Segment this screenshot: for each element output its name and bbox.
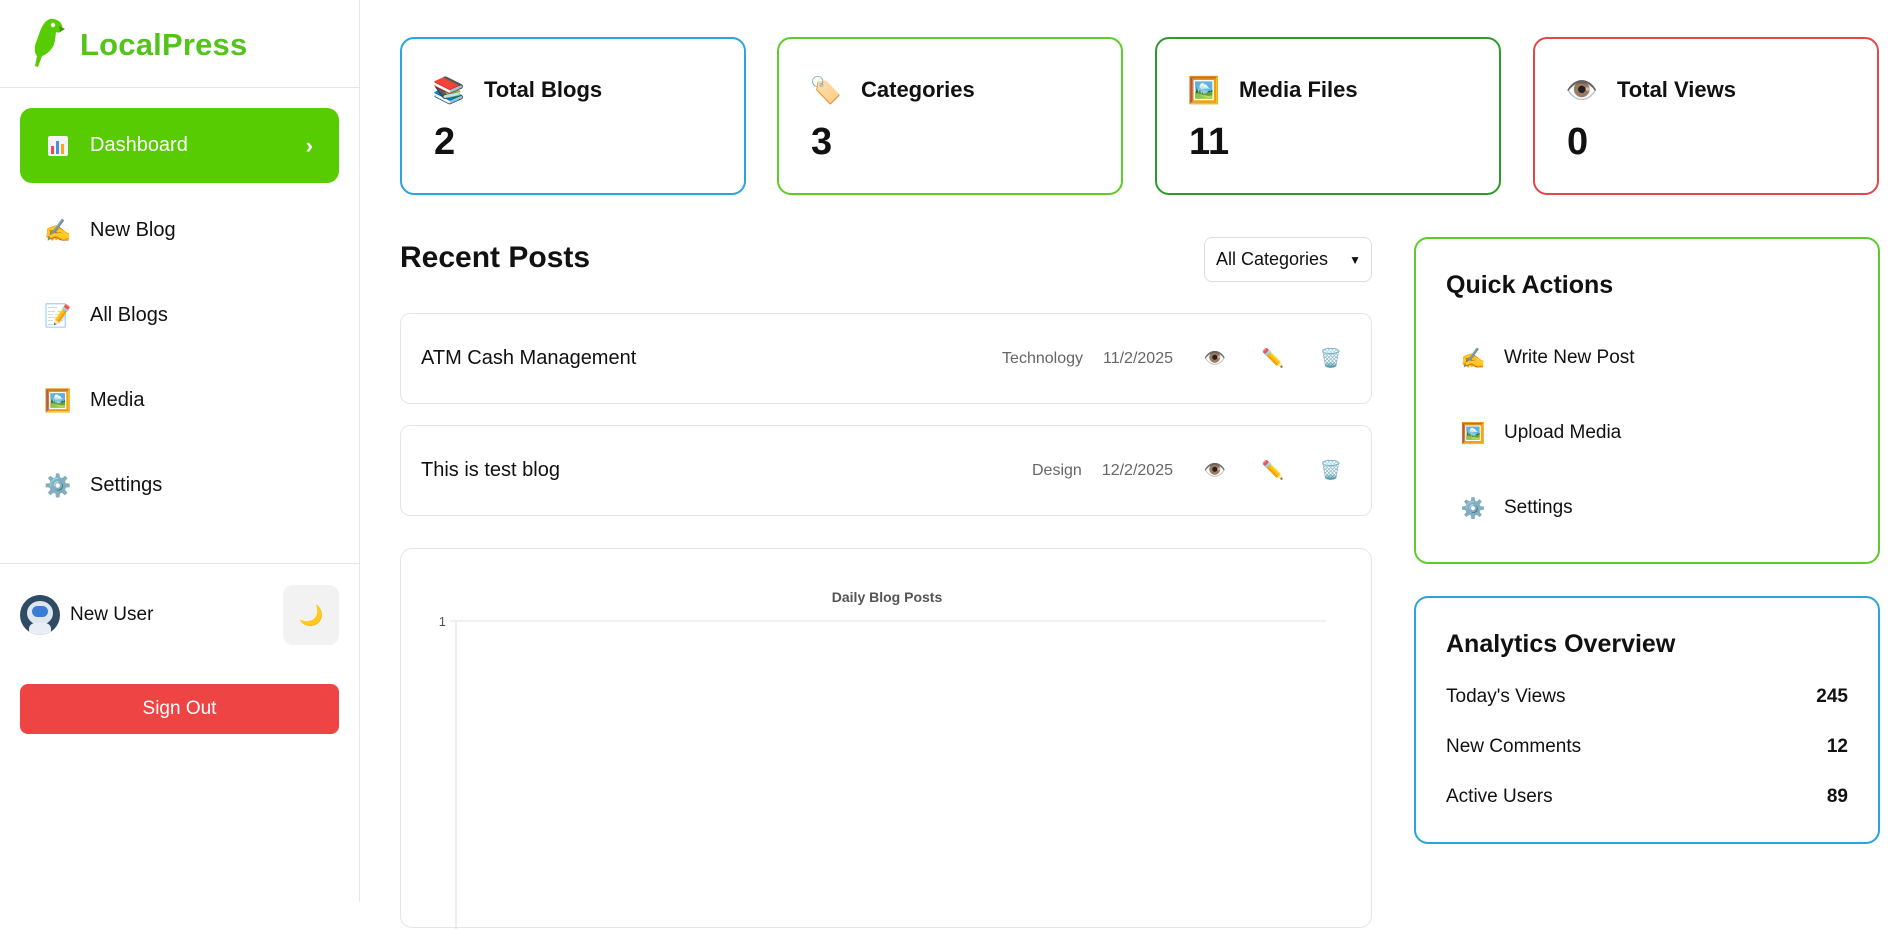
- user-name: New User: [70, 604, 154, 625]
- sidebar-item-label: Dashboard: [90, 134, 188, 156]
- delete-button[interactable]: 🗑️: [1313, 453, 1349, 489]
- post-category: Design: [1032, 461, 1082, 479]
- view-button[interactable]: 👁️: [1197, 341, 1233, 377]
- post-title: ATM Cash Management: [421, 347, 637, 369]
- sidebar-item-label: Settings: [90, 474, 163, 496]
- write-new-post-button[interactable]: ✍️ Write New Post: [1460, 345, 1635, 371]
- analytics-label: New Comments: [1446, 736, 1582, 757]
- pencil-icon: ✏️: [1261, 348, 1285, 368]
- tag-icon: 🏷️: [809, 74, 843, 105]
- analytics-title: Analytics Overview: [1446, 630, 1676, 658]
- category-filter-select[interactable]: All Categories ▼: [1204, 237, 1372, 282]
- gear-icon: ⚙️: [44, 472, 72, 498]
- sidebar-item-all-blogs[interactable]: 📝 All Blogs: [20, 278, 339, 353]
- quick-action-label: Upload Media: [1504, 422, 1622, 443]
- sidebar-divider: [0, 563, 359, 564]
- picture-icon: 🖼️: [1460, 422, 1486, 445]
- upload-media-button[interactable]: 🖼️ Upload Media: [1460, 420, 1622, 446]
- daily-blog-posts-chart: Daily Blog Posts 1: [400, 548, 1372, 929]
- delete-button[interactable]: 🗑️: [1313, 341, 1349, 377]
- sidebar-item-label: New Blog: [90, 219, 176, 241]
- post-category: Technology: [1002, 349, 1083, 367]
- recent-posts-title: Recent Posts: [400, 241, 591, 274]
- picture-icon: 🖼️: [44, 387, 72, 413]
- stat-card-total-blogs: 📚 Total Blogs 2: [400, 37, 746, 195]
- books-icon: 📚: [432, 74, 466, 105]
- trash-icon: 🗑️: [1319, 460, 1343, 480]
- post-row[interactable]: ATM Cash Management Technology 11/2/2025…: [400, 313, 1372, 404]
- stat-value: 11: [1189, 121, 1230, 163]
- writing-hand-icon: ✍️: [1460, 347, 1486, 370]
- eye-icon: 👁️: [1203, 348, 1227, 368]
- stat-card-categories: 🏷️ Categories 3: [777, 37, 1123, 195]
- sidebar-item-label: Media: [90, 389, 145, 411]
- trash-icon: 🗑️: [1319, 348, 1343, 368]
- stat-card-total-views: 👁️ Total Views 0: [1533, 37, 1879, 195]
- sign-out-button[interactable]: Sign Out: [20, 684, 339, 734]
- brand[interactable]: LocalPress: [28, 16, 247, 73]
- analytics-value: 245: [1816, 686, 1848, 707]
- settings-button[interactable]: ⚙️ Settings: [1460, 495, 1573, 521]
- analytics-value: 89: [1826, 786, 1848, 807]
- analytics-overview-card: Analytics Overview Today's Views 245 New…: [1414, 596, 1880, 844]
- sidebar-nav: Dashboard › ✍️ New Blog 📝 All Blogs 🖼️ M…: [20, 108, 339, 533]
- brand-name: LocalPress: [80, 26, 248, 62]
- analytics-row: Today's Views 245: [1446, 686, 1848, 708]
- sidebar: LocalPress Dashboard › ✍️ New Blog 📝 All…: [0, 0, 360, 902]
- quick-action-label: Write New Post: [1504, 347, 1635, 368]
- writing-hand-icon: ✍️: [44, 217, 72, 243]
- quick-actions-card: Quick Actions ✍️ Write New Post 🖼️ Uploa…: [1414, 237, 1880, 564]
- stat-value: 0: [1567, 121, 1589, 163]
- edit-button[interactable]: ✏️: [1255, 453, 1291, 489]
- stat-label: Categories: [861, 77, 975, 102]
- sidebar-item-new-blog[interactable]: ✍️ New Blog: [20, 193, 339, 268]
- sidebar-item-media[interactable]: 🖼️ Media: [20, 363, 339, 438]
- post-date: 12/2/2025: [1101, 461, 1173, 479]
- sidebar-item-dashboard[interactable]: Dashboard ›: [20, 108, 339, 183]
- sidebar-divider: [0, 87, 359, 88]
- post-date: 11/2/2025: [1103, 349, 1173, 367]
- gear-icon: ⚙️: [1460, 497, 1486, 520]
- edit-button[interactable]: ✏️: [1255, 341, 1291, 377]
- analytics-label: Today's Views: [1446, 686, 1566, 707]
- moon-icon: 🌙: [298, 604, 324, 627]
- document-icon: 📝: [44, 302, 72, 328]
- analytics-row: Active Users 89: [1446, 786, 1848, 808]
- stat-value: 2: [434, 121, 456, 163]
- post-title: This is test blog: [421, 459, 560, 481]
- y-tick-label: 1: [439, 614, 446, 629]
- user-profile: New User 🌙: [20, 584, 339, 646]
- analytics-value: 12: [1826, 736, 1848, 757]
- bar-chart-icon: [44, 132, 72, 160]
- pencil-icon: ✏️: [1261, 460, 1285, 480]
- view-button[interactable]: 👁️: [1197, 453, 1233, 489]
- chart-svg: Daily Blog Posts 1: [439, 589, 1326, 929]
- chart-title: Daily Blog Posts: [832, 589, 943, 605]
- chevron-down-icon: ▼: [1349, 252, 1361, 267]
- stat-label: Total Views: [1617, 77, 1737, 102]
- category-filter-value: All Categories: [1216, 249, 1329, 269]
- eye-icon: 👁️: [1565, 74, 1599, 105]
- theme-toggle-button[interactable]: 🌙: [283, 585, 339, 645]
- stat-label: Media Files: [1239, 77, 1358, 102]
- analytics-row: New Comments 12: [1446, 736, 1848, 758]
- chevron-right-icon: ›: [305, 132, 313, 158]
- stat-label: Total Blogs: [484, 77, 603, 102]
- sidebar-item-settings[interactable]: ⚙️ Settings: [20, 448, 339, 523]
- quick-action-label: Settings: [1504, 497, 1573, 518]
- picture-icon: 🖼️: [1187, 74, 1221, 105]
- eye-icon: 👁️: [1203, 460, 1227, 480]
- avatar[interactable]: [20, 595, 60, 635]
- post-row[interactable]: This is test blog Design 12/2/2025 👁️ ✏️…: [400, 425, 1372, 516]
- sidebar-item-label: All Blogs: [90, 304, 168, 326]
- stat-card-media-files: 🖼️ Media Files 11: [1155, 37, 1501, 195]
- parrot-logo-icon: [28, 16, 66, 73]
- analytics-label: Active Users: [1446, 786, 1553, 807]
- quick-actions-title: Quick Actions: [1446, 271, 1614, 299]
- stat-value: 3: [811, 121, 833, 163]
